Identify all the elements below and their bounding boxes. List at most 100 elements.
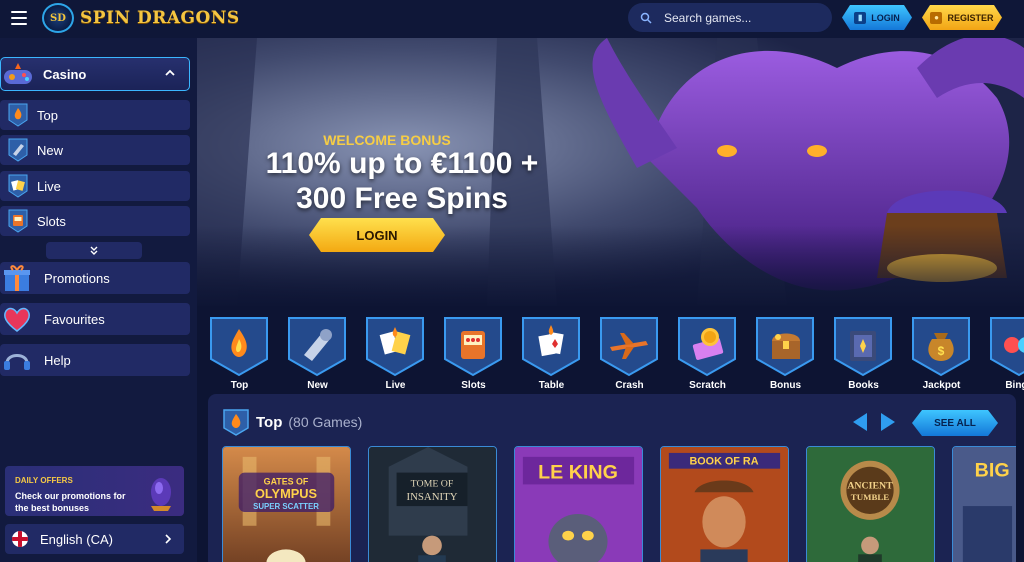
arrow-left-icon[interactable] (851, 412, 869, 432)
search-input[interactable] (664, 10, 824, 25)
category-live[interactable]: Live (364, 315, 427, 393)
game-tile[interactable]: BIG (952, 446, 1016, 562)
panel-header: Top (80 Games) (222, 408, 362, 436)
bingo-icon (990, 317, 1024, 377)
svg-text:$: $ (938, 344, 945, 358)
register-button[interactable]: ● REGISTER (922, 5, 1002, 30)
sidebar-item-casino[interactable]: Casino (0, 57, 190, 91)
chevron-right-icon (165, 534, 172, 544)
top-header: SD SPIN DRAGONS ▮ LOGIN ● REGISTER (0, 0, 1024, 38)
hero-title-line2: 300 Free Spins (296, 182, 508, 215)
language-selector[interactable]: English (CA) (5, 524, 184, 554)
slot-machine-icon (3, 207, 33, 235)
sidebar-item-label: Slots (37, 213, 66, 229)
register-label: REGISTER (947, 12, 994, 23)
game-tile[interactable]: TOME OF INSANITY (368, 446, 497, 562)
hero-login-button[interactable]: LOGIN (309, 218, 445, 252)
sidebar-item-live[interactable]: Live (0, 171, 190, 201)
category-jackpot[interactable]: $ Jackpot (910, 315, 973, 393)
money-bag-icon: $ (912, 317, 970, 377)
game-tile[interactable]: ANCIENT TUMBLE (806, 446, 935, 562)
language-label: English (CA) (40, 531, 113, 547)
user-plus-icon: ● (930, 12, 942, 24)
daily-offers-banner[interactable]: DAILY OFFERS Check our promotions for th… (5, 466, 184, 516)
flame-icon (3, 101, 33, 129)
dragon-egg-icon (151, 478, 171, 511)
gamepad-icon (0, 57, 37, 91)
sidebar-item-promotions[interactable]: Promotions (0, 262, 190, 294)
category-label: Live (385, 380, 406, 391)
game-title: TOME OF (411, 478, 454, 489)
show-more-button[interactable] (46, 242, 142, 259)
headset-icon (0, 343, 36, 377)
category-strip: Top New Live Slots Table Crash Scratch Bonus Boo… (197, 306, 1024, 394)
category-label: Jackpot (922, 380, 961, 391)
book-icon (834, 317, 892, 377)
sidebar-item-favourites[interactable]: Favourites (0, 303, 190, 335)
category-new[interactable]: New (286, 315, 349, 393)
daily-offers-title: DAILY OFFERS (15, 476, 73, 485)
category-label: Crash (615, 380, 644, 391)
plane-icon (600, 317, 658, 377)
arrow-right-icon[interactable] (879, 412, 897, 432)
category-label: Slots (461, 380, 486, 391)
hero-title: 110% up to €1100 + 300 Free Spins (227, 146, 577, 216)
game-title: BOOK OF RA (689, 456, 758, 468)
category-label: Books (848, 380, 879, 391)
category-bonus[interactable]: Bonus (754, 315, 817, 393)
category-label: Table (538, 380, 565, 391)
category-label: New (307, 380, 328, 391)
game-title: LE KING (538, 462, 618, 484)
sidebar-item-slots[interactable]: Slots (0, 206, 190, 236)
poker-cards-icon (522, 317, 580, 377)
scratch-card-icon (678, 317, 736, 377)
search-icon (640, 12, 652, 24)
sidebar: Casino Top New Live Slots Promotions Fav… (0, 38, 197, 562)
uk-flag-icon (12, 531, 28, 547)
category-slots[interactable]: Slots (442, 315, 505, 393)
panel-title: Top (256, 413, 283, 431)
game-title: GATES OF (264, 476, 309, 486)
flame-icon (223, 409, 249, 436)
sidebar-item-new[interactable]: New (0, 135, 190, 165)
chevron-double-down-icon (90, 246, 98, 255)
game-tile[interactable]: BOOK OF RA (660, 446, 789, 562)
sidebar-item-label: Help (44, 352, 71, 368)
hero-banner[interactable]: WELCOME BONUS 110% up to €1100 + 300 Fre… (197, 38, 1024, 306)
sidebar-item-help[interactable]: Help (0, 344, 190, 376)
game-title: ANCIENT (847, 480, 893, 491)
heart-icon (0, 302, 36, 336)
category-scratch[interactable]: Scratch (676, 315, 739, 393)
game-title: INSANITY (406, 491, 457, 503)
category-label: Bingo (1005, 380, 1024, 391)
treasure-chest-icon (756, 317, 814, 377)
logo-text: SPIN DRAGONS (80, 8, 240, 28)
sidebar-item-label: Promotions (44, 270, 110, 286)
logo-badge: SD (42, 3, 74, 33)
category-crash[interactable]: Crash (598, 315, 661, 393)
category-table[interactable]: Table (520, 315, 583, 393)
game-tile[interactable]: GATES OF OLYMPUS SUPER SCATTER (222, 446, 351, 562)
slot-machine-icon (444, 317, 502, 377)
search-bar[interactable] (628, 3, 832, 32)
cards-icon (3, 172, 33, 200)
hero-title-line1: 110% up to €1100 + (265, 147, 539, 180)
games-panel: Top (80 Games) SEE ALL GATES OF OLYMPUS … (208, 394, 1016, 562)
category-bingo[interactable]: Bingo (988, 315, 1024, 393)
sidebar-item-label: Favourites (44, 311, 105, 327)
game-title: SUPER SCATTER (253, 502, 319, 511)
sidebar-item-top[interactable]: Top (0, 100, 190, 130)
sidebar-casino-label: Casino (43, 66, 87, 82)
login-button[interactable]: ▮ LOGIN (842, 5, 912, 30)
login-icon: ▮ (854, 12, 866, 24)
cards-icon (366, 317, 424, 377)
game-tile[interactable]: LE KING (514, 446, 643, 562)
see-all-button[interactable]: SEE ALL (912, 410, 998, 436)
games-count: (80 Games) (288, 414, 363, 430)
login-label: LOGIN (871, 12, 900, 23)
menu-icon[interactable] (11, 11, 27, 25)
category-top[interactable]: Top (208, 315, 271, 393)
site-logo[interactable]: SD SPIN DRAGONS (42, 3, 240, 33)
category-books[interactable]: Books (832, 315, 895, 393)
chevron-up-icon (165, 69, 175, 76)
